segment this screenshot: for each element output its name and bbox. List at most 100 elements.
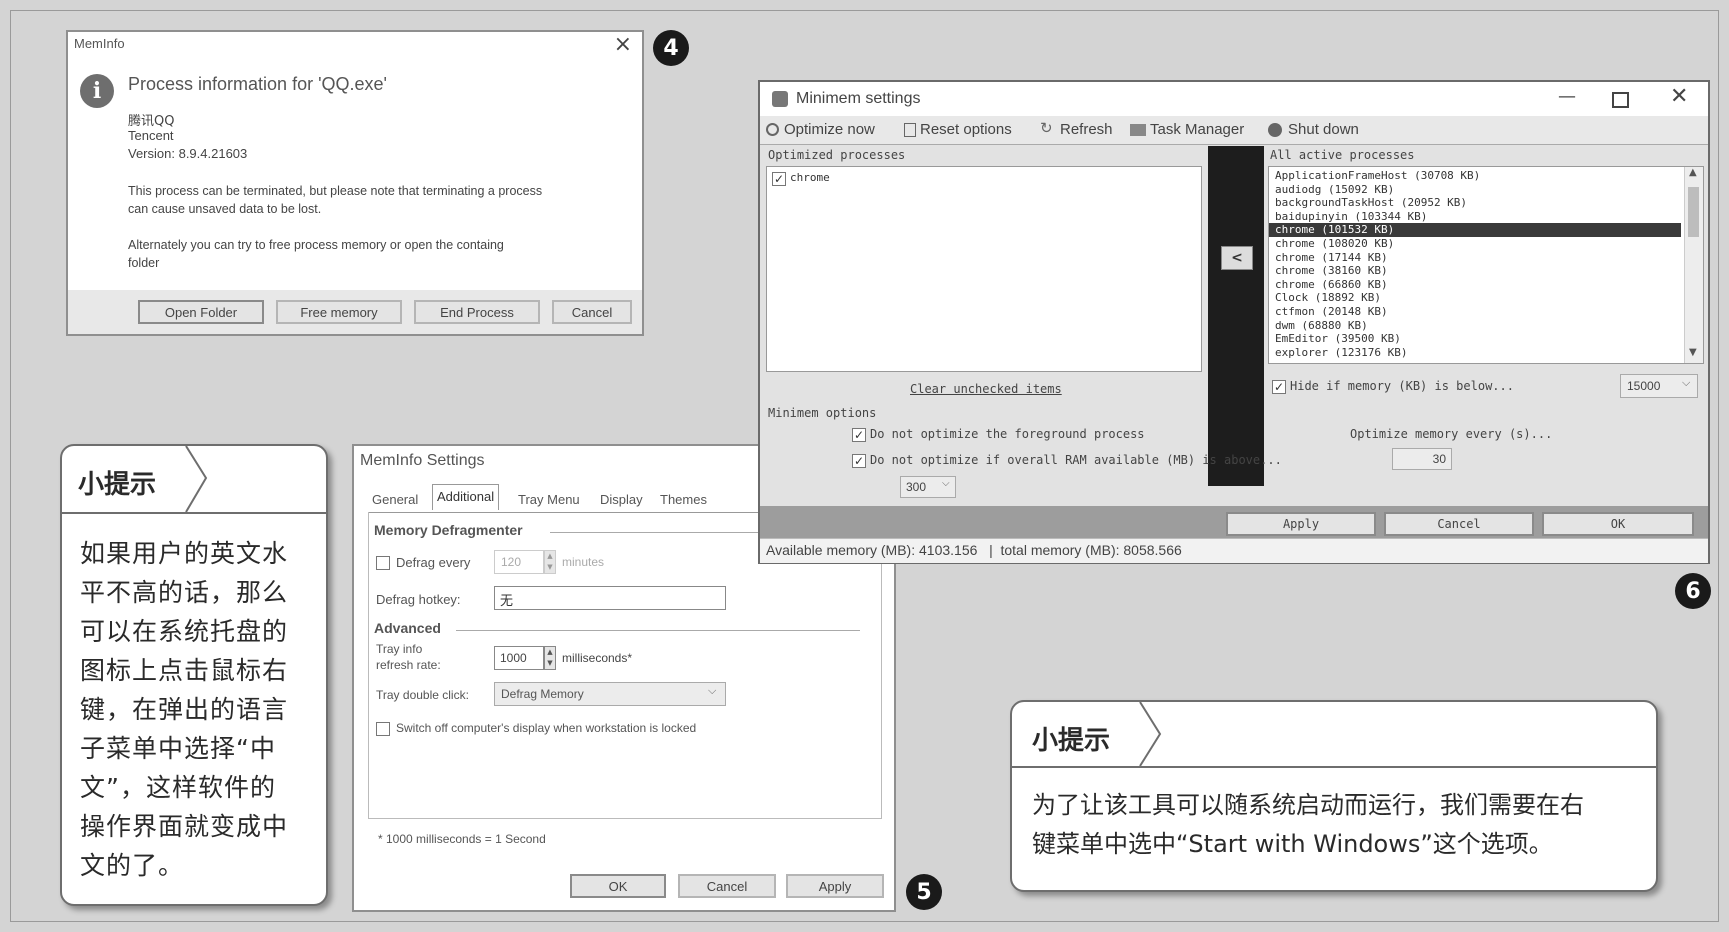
all-active-processes-label: All active processes — [1270, 148, 1415, 162]
free-memory-button[interactable]: Free memory — [276, 300, 402, 324]
defrag-every-label: Defrag every — [396, 555, 471, 570]
refresh-rate-input[interactable]: 1000 — [494, 646, 544, 670]
chevron-down-icon[interactable]: ⌵ — [708, 684, 716, 698]
ok-button[interactable]: OK — [1542, 512, 1694, 536]
tab-additional[interactable]: Additional — [432, 484, 500, 510]
minimem-settings-window: Minimem settings — ✕ Optimize now Reset … — [758, 80, 1710, 564]
chevron-down-icon[interactable]: ⌵ — [942, 478, 950, 489]
task-manager-icon — [1130, 124, 1146, 136]
optimized-processes-label: Optimized processes — [768, 148, 906, 162]
tray-double-click-label: Tray double click: — [376, 688, 469, 702]
switch-off-display-label: Switch off computer's display when works… — [396, 721, 697, 735]
chevron-down-icon[interactable]: ⌵ — [1682, 376, 1690, 390]
process-row[interactable]: audiodg (15092 KB) — [1269, 183, 1681, 197]
scroll-thumb[interactable] — [1688, 187, 1699, 237]
process-row[interactable]: chrome (17144 KB) — [1269, 251, 1681, 265]
process-row[interactable]: baidupinyin (103344 KB) — [1269, 210, 1681, 224]
tip-body: 为了让该工具可以随系统启动而运行，我们需要在右 键菜单中选中“Start with… — [1032, 786, 1652, 864]
process-row[interactable]: chrome (38160 KB) — [1269, 264, 1681, 278]
close-icon[interactable]: ✕ — [1670, 84, 1688, 109]
tip-body: 如果用户的英文水 平不高的话，那么 可以在系统托盘的 图标上点击鼠标右 键，在弹出的语言… — [80, 534, 320, 885]
process-row[interactable]: Clock (18892 KB) — [1269, 291, 1681, 305]
shut-down-icon — [1268, 123, 1282, 137]
close-icon[interactable]: × — [614, 32, 632, 57]
section-memory-defragmenter: Memory Defragmenter — [374, 522, 523, 538]
optimize-every-label: Optimize memory every (s)... — [1350, 427, 1553, 441]
task-manager-button[interactable]: Task Manager — [1150, 121, 1244, 138]
optimized-item-checkbox[interactable]: ✓ — [772, 172, 786, 186]
window-title: MemInfo Settings — [360, 452, 485, 469]
switch-off-display-checkbox[interactable] — [376, 722, 390, 736]
spinner-icon[interactable]: ▲ ▼ — [544, 646, 556, 670]
hide-if-memory-label: Hide if memory (KB) is below... — [1290, 379, 1514, 393]
scrollbar[interactable]: ▲ ▼ — [1684, 167, 1703, 363]
memory-status-text: Available memory (MB): 4103.156 | total … — [766, 542, 1182, 558]
end-process-button[interactable]: End Process — [414, 300, 540, 324]
tray-double-click-select[interactable]: Defrag Memory — [494, 682, 726, 706]
tip-box-right: 小提示 为了让该工具可以随系统启动而运行，我们需要在右 键菜单中选中“Start … — [1010, 700, 1658, 892]
process-row[interactable]: dwm (68880 KB) — [1269, 319, 1681, 333]
optimize-every-input[interactable]: 30 — [1392, 448, 1452, 470]
process-row[interactable]: chrome (101532 KB) — [1269, 223, 1681, 237]
process-heading: Process information for 'QQ.exe' — [128, 74, 387, 94]
process-row[interactable]: ApplicationFrameHost (30708 KB) — [1269, 169, 1681, 183]
dialog-title: MemInfo — [74, 36, 125, 51]
tab-display[interactable]: Display — [600, 492, 643, 507]
ram-threshold-checkbox[interactable]: ✓ — [852, 454, 866, 468]
shut-down-button[interactable]: Shut down — [1288, 121, 1359, 138]
reset-options-button[interactable]: Reset options — [920, 121, 1012, 138]
defrag-hotkey-input[interactable]: 无 — [494, 586, 726, 610]
cancel-button[interactable]: Cancel — [678, 874, 776, 898]
hide-if-memory-checkbox[interactable]: ✓ — [1272, 380, 1286, 394]
optimize-now-button[interactable]: Optimize now — [784, 121, 875, 138]
apply-button[interactable]: Apply — [786, 874, 884, 898]
tip-line: 文的了。 — [80, 851, 185, 880]
clear-unchecked-link[interactable]: Clear unchecked items — [910, 382, 1062, 396]
tip-line: 操作界面就变成中 — [80, 812, 289, 841]
process-row[interactable]: EmEditor (39500 KB) — [1269, 332, 1681, 346]
ok-button[interactable]: OK — [570, 874, 666, 898]
milliseconds-label: milliseconds* — [562, 651, 633, 665]
process-row[interactable]: explorer (123176 KB) — [1269, 346, 1681, 360]
move-to-optimized-button[interactable]: < — [1221, 246, 1253, 270]
tip-title: 小提示 — [1032, 726, 1111, 756]
foreground-checkbox[interactable]: ✓ — [852, 428, 866, 442]
tab-themes[interactable]: Themes — [660, 492, 707, 507]
foreground-label: Do not optimize the foreground process — [870, 427, 1145, 441]
scroll-up-icon[interactable]: ▲ — [1689, 167, 1697, 178]
optimized-item[interactable]: chrome — [790, 171, 830, 184]
defrag-every-input[interactable]: 120 — [494, 550, 544, 574]
tip-line: 键菜单中选中“Start with Windows”这个选项。 — [1032, 830, 1553, 858]
tab-tray-menu[interactable]: Tray Menu — [518, 492, 580, 507]
tip-title: 小提示 — [78, 470, 157, 500]
tab-general[interactable]: General — [372, 492, 418, 507]
refresh-icon: ↻ — [1040, 119, 1053, 137]
process-row[interactable]: chrome (66860 KB) — [1269, 278, 1681, 292]
warning-text-1: This process can be terminated, but plea… — [128, 184, 543, 198]
defrag-every-checkbox[interactable] — [376, 556, 390, 570]
maximize-icon[interactable] — [1612, 92, 1629, 108]
spinner-icon[interactable]: ▲ ▼ — [544, 550, 556, 574]
process-row[interactable]: chrome (108020 KB) — [1269, 237, 1681, 251]
tip-line: 为了让该工具可以随系统启动而运行，我们需要在右 — [1032, 791, 1584, 819]
info-icon: i — [80, 74, 114, 108]
cancel-button[interactable]: Cancel — [1384, 512, 1534, 536]
process-row[interactable]: ctfmon (20148 KB) — [1269, 305, 1681, 319]
process-row[interactable]: backgroundTaskHost (20952 KB) — [1269, 196, 1681, 210]
apply-button[interactable]: Apply — [1226, 512, 1376, 536]
minimize-icon[interactable]: — — [1558, 86, 1576, 107]
tip-line: 图标上点击鼠标右 — [80, 656, 289, 685]
tip-box-left: 小提示 如果用户的英文水 平不高的话，那么 可以在系统托盘的 图标上点击鼠标右 键，在弹… — [60, 444, 328, 906]
alternative-text-2: folder — [128, 256, 160, 270]
open-folder-button[interactable]: Open Folder — [138, 300, 264, 324]
cancel-button[interactable]: Cancel — [552, 300, 632, 324]
minutes-label: minutes — [562, 555, 605, 569]
footnote: * 1000 milliseconds = 1 Second — [378, 832, 546, 846]
scroll-down-icon[interactable]: ▼ — [1689, 347, 1697, 358]
refresh-button[interactable]: Refresh — [1060, 121, 1113, 138]
defrag-hotkey-label: Defrag hotkey: — [376, 592, 461, 607]
version-text: Version: 8.9.4.21603 — [128, 146, 248, 161]
step-badge-4: 4 — [653, 30, 689, 66]
tip-line: 平不高的话，那么 — [80, 578, 289, 607]
step-badge-5: 5 — [906, 874, 942, 910]
